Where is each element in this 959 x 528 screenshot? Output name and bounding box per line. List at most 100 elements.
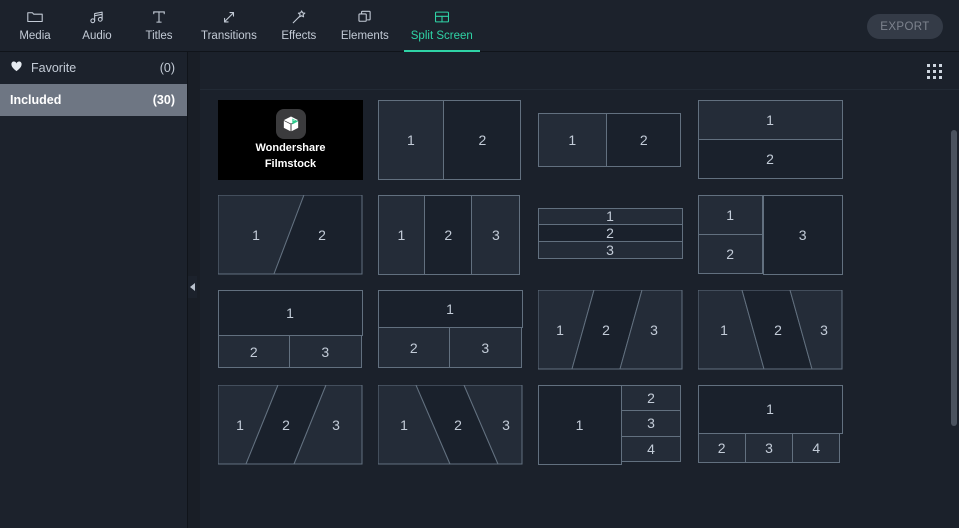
panel-number: 3 bbox=[647, 415, 655, 431]
panel-number: 1 bbox=[398, 227, 406, 243]
template-tile-split-2-vertical-letterbox[interactable]: 12 bbox=[538, 100, 683, 180]
panel-2: 2 bbox=[606, 113, 681, 167]
panel-number: 1 bbox=[576, 417, 584, 433]
panel-number: 3 bbox=[321, 344, 329, 360]
template-grid-scroll[interactable]: WondershareFilmstock12121212123123123123… bbox=[200, 90, 959, 528]
template-tile-split-3-top-wide[interactable]: 123 bbox=[218, 290, 363, 370]
sidebar-collapse-handle[interactable] bbox=[188, 276, 197, 298]
panel-3: 3 bbox=[621, 410, 682, 437]
panel-2: 2 bbox=[698, 139, 843, 179]
template-tile-split-3-horizontal[interactable]: 123 bbox=[538, 195, 683, 275]
panel-2: 2 bbox=[538, 224, 683, 242]
panel-3: 3 bbox=[449, 327, 522, 369]
panel-number: 2 bbox=[766, 151, 774, 167]
panel-number: 3 bbox=[820, 322, 828, 338]
panel-1: 1 bbox=[698, 195, 763, 235]
bottom-row: 234 bbox=[698, 434, 843, 464]
panel-2: 2 bbox=[698, 234, 763, 274]
panel-number: 1 bbox=[446, 301, 454, 317]
panel-number: 2 bbox=[250, 344, 258, 360]
panel-3: 3 bbox=[289, 335, 362, 369]
sidebar-item-included[interactable]: Included(30) bbox=[0, 84, 187, 116]
template-tile-split-3-top-band[interactable]: 123 bbox=[378, 290, 523, 370]
panel-number: 1 bbox=[236, 417, 244, 433]
toolbar-tab-elements[interactable]: Elements bbox=[330, 0, 400, 52]
panel-number: 2 bbox=[774, 322, 782, 338]
template-tile-split-3-diagonal-narrow-l[interactable]: 123 bbox=[378, 385, 523, 465]
transition-arrows-icon bbox=[220, 6, 238, 27]
toolbar-tab-titles[interactable]: Titles bbox=[128, 0, 190, 52]
panel-number: 2 bbox=[282, 417, 290, 433]
toolbar-tab-label: Split Screen bbox=[411, 29, 473, 43]
template-tile-split-3-diagonal-narrow-r[interactable]: 1 2 3 bbox=[218, 385, 363, 465]
template-tile-split-2-vertical[interactable]: 12 bbox=[378, 100, 523, 180]
chevron-left-icon bbox=[190, 283, 195, 291]
panel-number: 2 bbox=[444, 227, 452, 243]
main-toolbar: Media AudioTitlesTransitionsEffectsElemen… bbox=[0, 0, 959, 52]
panel-number: 1 bbox=[556, 322, 564, 338]
toolbar-tab-transitions[interactable]: Transitions bbox=[190, 0, 268, 52]
template-tile-split-3-left-stack[interactable]: 123 bbox=[698, 195, 843, 275]
panel-1: 1 bbox=[698, 385, 843, 435]
layout-rows: 12 bbox=[698, 100, 843, 180]
filmstock-box-icon bbox=[276, 109, 306, 139]
vertical-scrollbar-thumb[interactable] bbox=[951, 130, 957, 426]
text-t-icon bbox=[150, 6, 168, 27]
panel-number: 3 bbox=[765, 440, 773, 456]
template-tile-split-3-diagonal-left[interactable]: 123 bbox=[698, 290, 843, 370]
template-tile-split-4-left-plus-stack[interactable]: 1 2 3 4 bbox=[538, 385, 683, 465]
template-tile-split-4-top-plus-row[interactable]: 1 234 bbox=[698, 385, 843, 465]
panel-number: 3 bbox=[481, 340, 489, 356]
panel-3: 3 bbox=[745, 433, 793, 463]
panel-number: 3 bbox=[492, 227, 500, 243]
template-tile-split-3-diagonal-right[interactable]: 123 bbox=[538, 290, 683, 370]
diagonal-layout: 123 bbox=[378, 385, 523, 465]
toolbar-tab-media[interactable]: Media bbox=[4, 0, 66, 52]
sidebar-item-name: Favorite bbox=[10, 60, 160, 76]
panel-1: 1 bbox=[538, 113, 608, 167]
panel-number: 2 bbox=[318, 227, 326, 243]
panel-number: 2 bbox=[647, 390, 655, 406]
template-tile-split-2-horizontal[interactable]: 12 bbox=[698, 100, 843, 180]
toolbar-tab-split-screen[interactable]: Split Screen bbox=[400, 0, 484, 52]
toolbar-tab-list: Media AudioTitlesTransitionsEffectsElemen… bbox=[0, 0, 484, 52]
left-column: 12 bbox=[698, 195, 763, 275]
panel-1: 1 bbox=[538, 385, 622, 465]
filmstock-promo-tile[interactable]: WondershareFilmstock bbox=[218, 100, 363, 180]
sidebar-item-label: Favorite bbox=[31, 61, 76, 75]
panel-number: 3 bbox=[332, 417, 340, 433]
panel-number: 2 bbox=[602, 322, 610, 338]
panel-number: 1 bbox=[606, 208, 614, 224]
layout-left-stack: 123 bbox=[698, 195, 843, 275]
panel-number: 1 bbox=[407, 132, 415, 148]
panel-number: 3 bbox=[606, 242, 614, 258]
panel-number: 4 bbox=[647, 441, 655, 457]
category-list: Favorite(0)Included(30) bbox=[0, 52, 187, 116]
panel-3: 3 bbox=[471, 195, 520, 275]
export-button[interactable]: EXPORT bbox=[867, 14, 943, 39]
toolbar-tab-effects[interactable]: Effects bbox=[268, 0, 330, 52]
toolbar-tab-label: Media bbox=[19, 29, 50, 43]
panel-number: 1 bbox=[568, 132, 576, 148]
panel-number: 2 bbox=[410, 340, 418, 356]
music-note-icon bbox=[88, 6, 106, 27]
template-tile-split-2-diagonal[interactable]: 12 bbox=[218, 195, 363, 275]
template-tile-split-3-vertical[interactable]: 1 2 3 bbox=[378, 195, 523, 275]
magic-wand-icon bbox=[290, 6, 308, 27]
toolbar-tab-audio[interactable]: Audio bbox=[66, 0, 128, 52]
template-tile-filmstock-promo[interactable]: WondershareFilmstock bbox=[218, 100, 363, 180]
panel-1: 1 bbox=[538, 208, 683, 226]
panel-3: 3 bbox=[763, 195, 843, 275]
heart-icon bbox=[10, 60, 23, 76]
panel-number: 1 bbox=[726, 207, 734, 223]
panel-1: 1 bbox=[378, 290, 523, 328]
sidebar-item-favorite[interactable]: Favorite(0) bbox=[0, 52, 187, 84]
bottom-row: 23 bbox=[378, 327, 523, 369]
panel-number: 2 bbox=[606, 225, 614, 241]
layout-left-plus-stack: 1 2 3 4 bbox=[538, 385, 683, 465]
panel-number: 1 bbox=[766, 401, 774, 417]
panel-2: 2 bbox=[218, 335, 291, 369]
layout-columns: 12 bbox=[378, 100, 523, 180]
grid-view-icon[interactable] bbox=[927, 64, 943, 80]
template-grid: WondershareFilmstock12121212123123123123… bbox=[200, 90, 959, 465]
